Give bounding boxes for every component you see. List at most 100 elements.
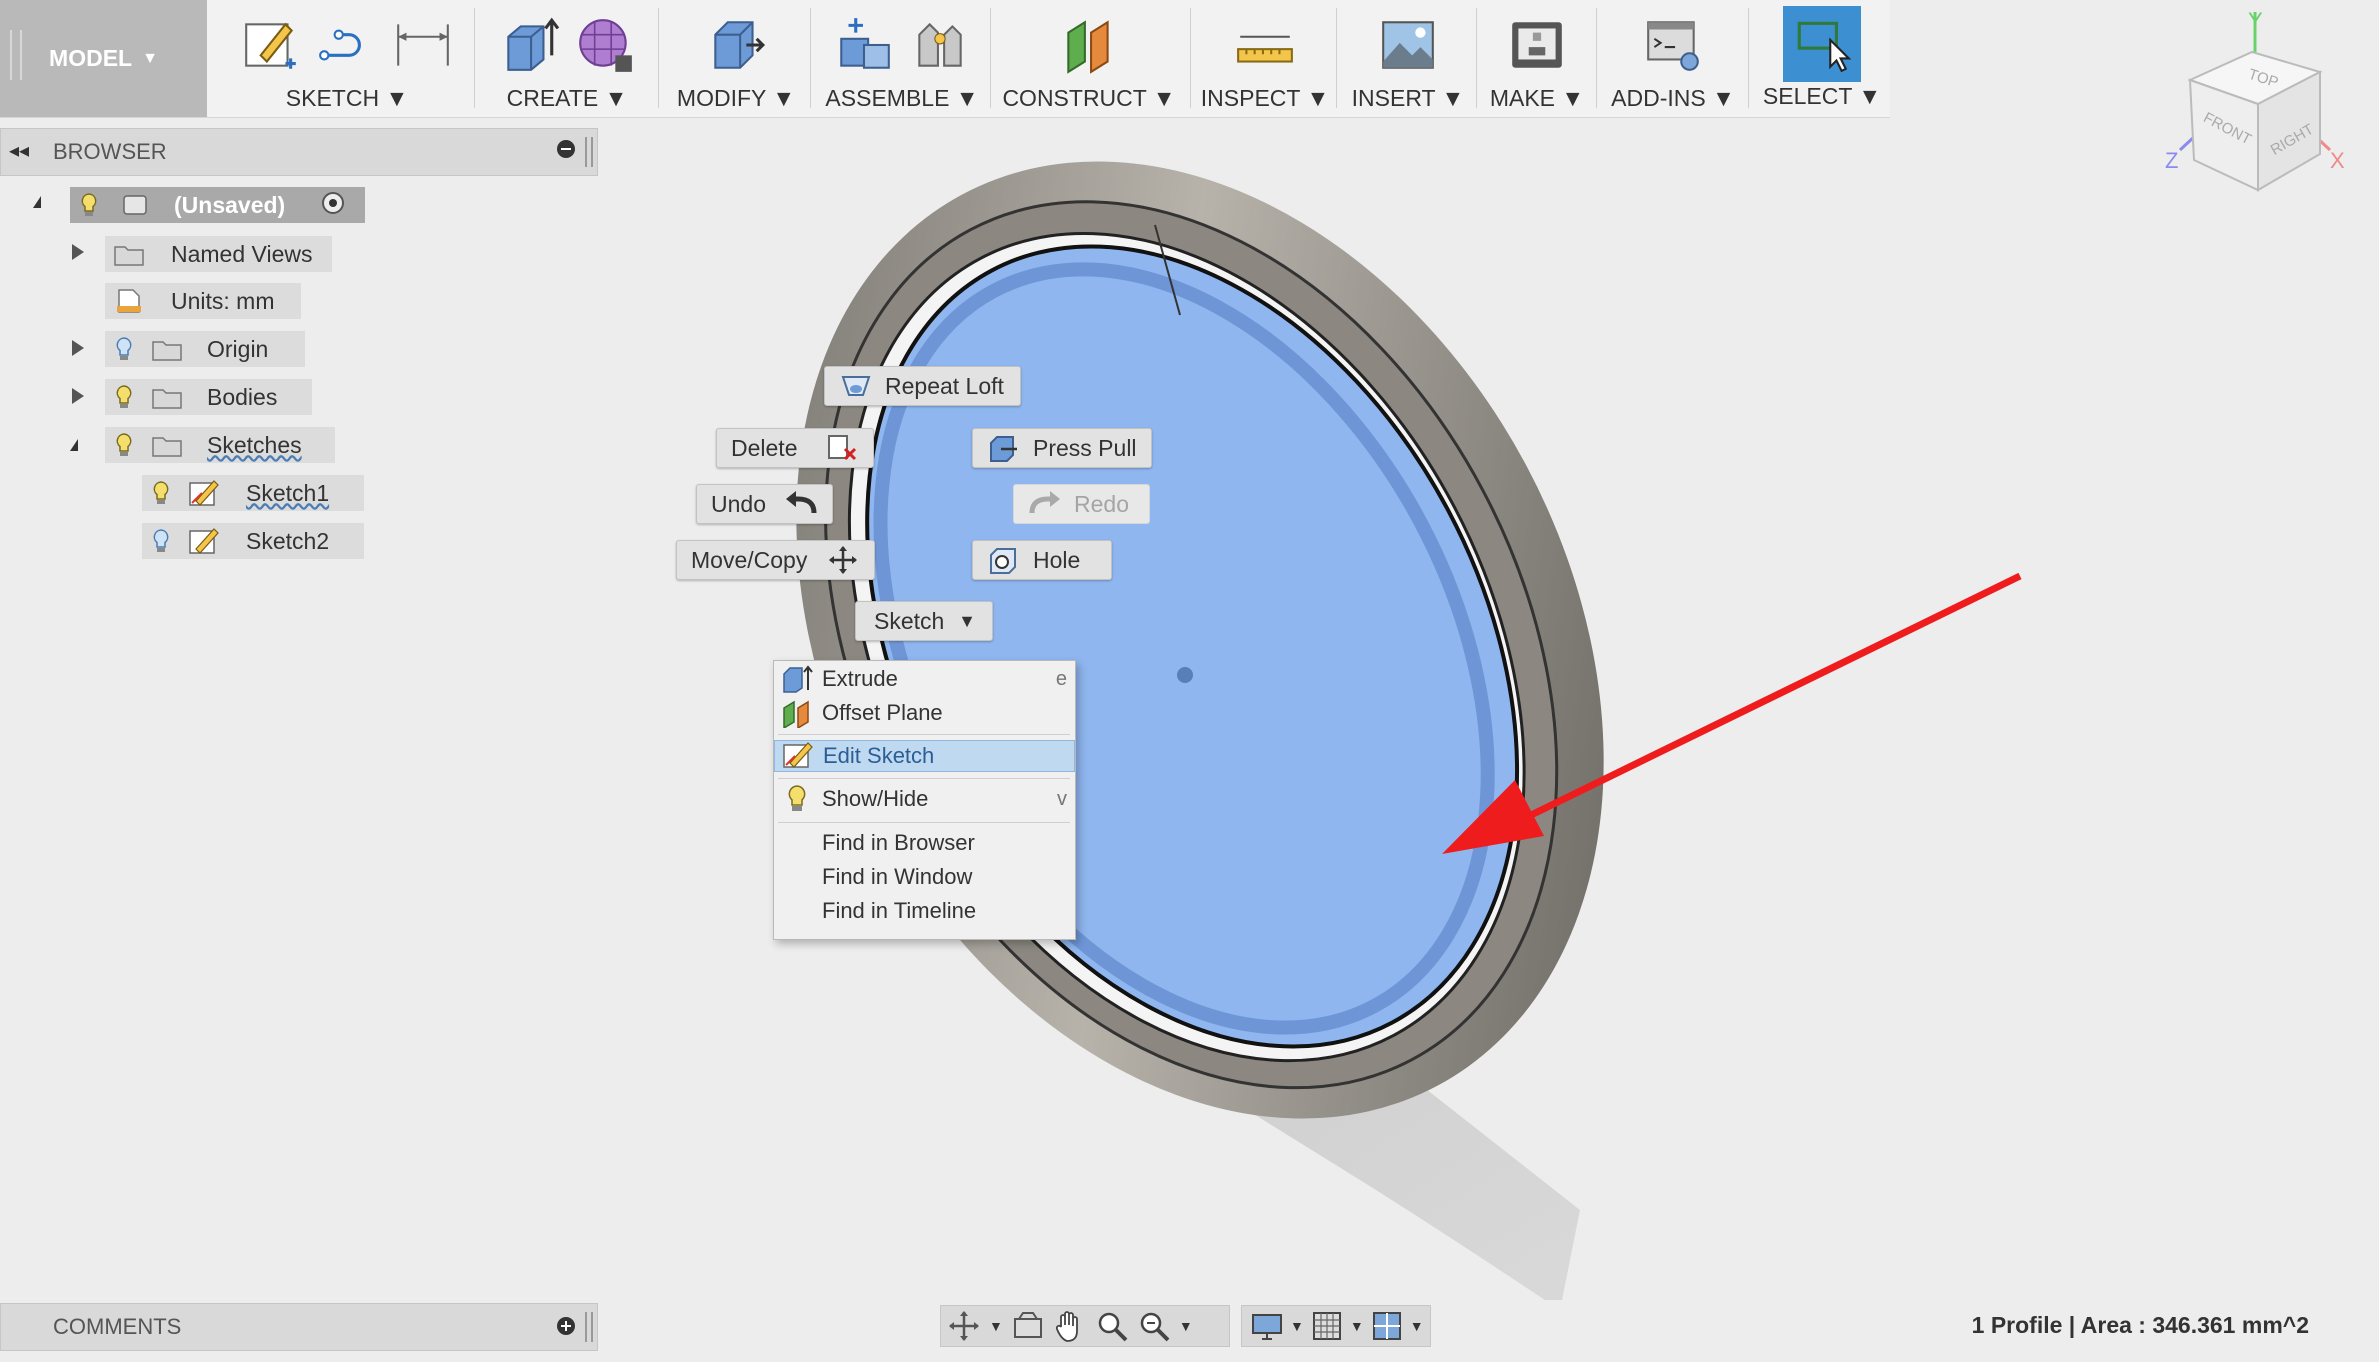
repeat-loft-button[interactable]: Repeat Loft <box>824 366 1021 406</box>
inspect-menu-label[interactable]: INSPECT <box>1201 85 1300 111</box>
tree-item-bodies[interactable]: Bodies <box>105 379 312 415</box>
tree-item-sketch1[interactable]: Sketch1 <box>142 475 364 511</box>
expand-triangle-icon[interactable] <box>72 340 84 356</box>
chevron-down-icon[interactable]: ▼ <box>1410 1318 1424 1334</box>
tree-item-named-views[interactable]: Named Views <box>105 236 332 272</box>
new-component-icon[interactable] <box>833 14 895 76</box>
select-menu-label[interactable]: SELECT <box>1763 83 1852 109</box>
tree-item-units[interactable]: Units: mm <box>105 283 301 319</box>
lightbulb-icon[interactable] <box>152 528 170 554</box>
activate-radio-dot <box>329 199 337 207</box>
menu-item-edit-sketch[interactable]: Edit Sketch <box>774 740 1075 772</box>
chevron-down-icon[interactable]: ▼ <box>1350 1318 1364 1334</box>
make-menu-label[interactable]: MAKE <box>1490 85 1555 111</box>
addins-menu-label[interactable]: ADD-INS <box>1611 85 1706 111</box>
lightbulb-icon[interactable] <box>80 192 98 218</box>
chevron-down-icon[interactable]: ▼ <box>989 1318 1003 1334</box>
delete-button[interactable]: Delete <box>716 428 874 468</box>
zoom-tool[interactable] <box>1095 1309 1129 1343</box>
offset-plane-icon[interactable] <box>1058 14 1120 76</box>
select-icon[interactable] <box>1791 13 1853 75</box>
hole-label: Hole <box>1033 546 1081 573</box>
line-icon[interactable] <box>316 14 378 76</box>
lightbulb-icon[interactable] <box>115 384 133 410</box>
assemble-menu-label[interactable]: ASSEMBLE <box>825 85 949 111</box>
display-settings-bar: ▼ ▼ ▼ <box>1241 1305 1431 1347</box>
3d-print-icon[interactable] <box>1506 14 1568 76</box>
display-settings-tool[interactable] <box>1250 1309 1284 1343</box>
tree-item-sketches[interactable]: Sketches <box>105 427 335 463</box>
chevron-down-icon[interactable]: ▼ <box>1290 1318 1304 1334</box>
extrude-icon[interactable] <box>498 14 560 76</box>
collapse-triangle-icon[interactable] <box>33 196 41 208</box>
lightbulb-icon <box>788 785 806 811</box>
modify-group: MODIFY ▼ <box>666 0 806 117</box>
sketch-icon <box>189 480 219 506</box>
menu-item-show-hide[interactable]: Show/Hide v <box>774 783 1075 815</box>
expand-triangle-icon[interactable] <box>72 388 84 404</box>
workspace-switcher[interactable]: MODEL ▼ <box>0 0 207 117</box>
view-cube[interactable]: Y X Z TOP FRONT RIGHT <box>2160 0 2370 200</box>
panel-resize-handle[interactable] <box>585 137 593 167</box>
lightbulb-icon[interactable] <box>152 480 170 506</box>
joint-icon[interactable] <box>909 14 971 76</box>
menu-item-label: Offset Plane <box>822 700 943 725</box>
chevron-down-icon: ▼ <box>142 49 158 67</box>
move-copy-button[interactable]: Move/Copy <box>676 540 875 580</box>
orbit-tool[interactable] <box>947 1309 981 1343</box>
construct-menu-label[interactable]: CONSTRUCT <box>1002 85 1146 111</box>
menu-item-extrude[interactable]: Extrude e <box>774 663 1075 695</box>
shortcut-key: e <box>1055 667 1067 690</box>
dimension-icon[interactable] <box>392 14 454 76</box>
look-at-tool[interactable] <box>1011 1309 1045 1343</box>
measure-icon[interactable] <box>1234 14 1296 76</box>
insert-image-icon[interactable] <box>1377 14 1439 76</box>
tree-item-label: Sketch2 <box>246 527 330 554</box>
grid-settings-tool[interactable] <box>1310 1309 1344 1343</box>
modify-menu-label[interactable]: MODIFY <box>677 85 766 111</box>
insert-group: INSERT ▼ <box>1342 0 1474 117</box>
sketch-menu-label[interactable]: SKETCH <box>286 85 379 111</box>
comments-panel-header[interactable]: COMMENTS <box>0 1303 598 1351</box>
panel-resize-handle[interactable] <box>585 1312 593 1342</box>
sketch-center-point[interactable] <box>1177 667 1193 683</box>
create-sketch-icon[interactable] <box>240 14 302 76</box>
expand-triangle-icon[interactable] <box>72 244 84 260</box>
collapse-triangle-icon[interactable] <box>70 439 78 451</box>
press-pull-icon[interactable] <box>705 14 767 76</box>
viewports-tool[interactable] <box>1370 1309 1404 1343</box>
press-pull-button[interactable]: Press Pull <box>972 428 1152 468</box>
menu-item-find-in-timeline[interactable]: Find in Timeline <box>774 895 1075 927</box>
form-icon[interactable] <box>574 14 636 76</box>
construct-group: CONSTRUCT ▼ <box>996 0 1182 117</box>
hole-button[interactable]: Hole <box>972 540 1112 580</box>
menu-item-offset-plane[interactable]: Offset Plane <box>774 697 1075 729</box>
tree-root-row[interactable]: (Unsaved) <box>70 187 365 223</box>
toolbar-divider <box>1190 8 1191 108</box>
sketch-dropdown-button[interactable]: Sketch ▼ <box>855 601 993 641</box>
insert-menu-label[interactable]: INSERT <box>1352 85 1436 111</box>
viewports-icon <box>1372 1312 1401 1340</box>
tree-item-label: Units: mm <box>171 287 275 314</box>
tree-item-sketch2[interactable]: Sketch2 <box>142 523 364 559</box>
lightbulb-icon[interactable] <box>115 432 133 458</box>
undo-button[interactable]: Undo <box>696 484 833 524</box>
tree-item-origin[interactable]: Origin <box>105 331 305 367</box>
lightbulb-icon[interactable] <box>115 336 133 362</box>
document-units-icon <box>117 289 141 313</box>
grid-icon <box>1312 1312 1341 1340</box>
pan-hand-icon <box>1055 1311 1078 1342</box>
toolbar-grip <box>10 30 22 80</box>
scripts-addins-icon[interactable] <box>1642 14 1704 76</box>
toolbar-divider <box>1748 8 1749 108</box>
create-group: CREATE ▼ <box>482 0 652 117</box>
pan-tool[interactable] <box>1053 1309 1087 1343</box>
create-menu-label[interactable]: CREATE <box>507 85 599 111</box>
fit-tool[interactable] <box>1137 1309 1171 1343</box>
menu-item-find-in-window[interactable]: Find in Window <box>774 861 1075 893</box>
chevron-down-icon[interactable]: ▼ <box>1179 1318 1193 1334</box>
menu-item-find-in-browser[interactable]: Find in Browser <box>774 827 1075 859</box>
press-pull-icon <box>990 436 1017 462</box>
redo-icon <box>1029 491 1060 514</box>
collapse-panel-icon[interactable]: ◂◂ <box>9 138 29 163</box>
